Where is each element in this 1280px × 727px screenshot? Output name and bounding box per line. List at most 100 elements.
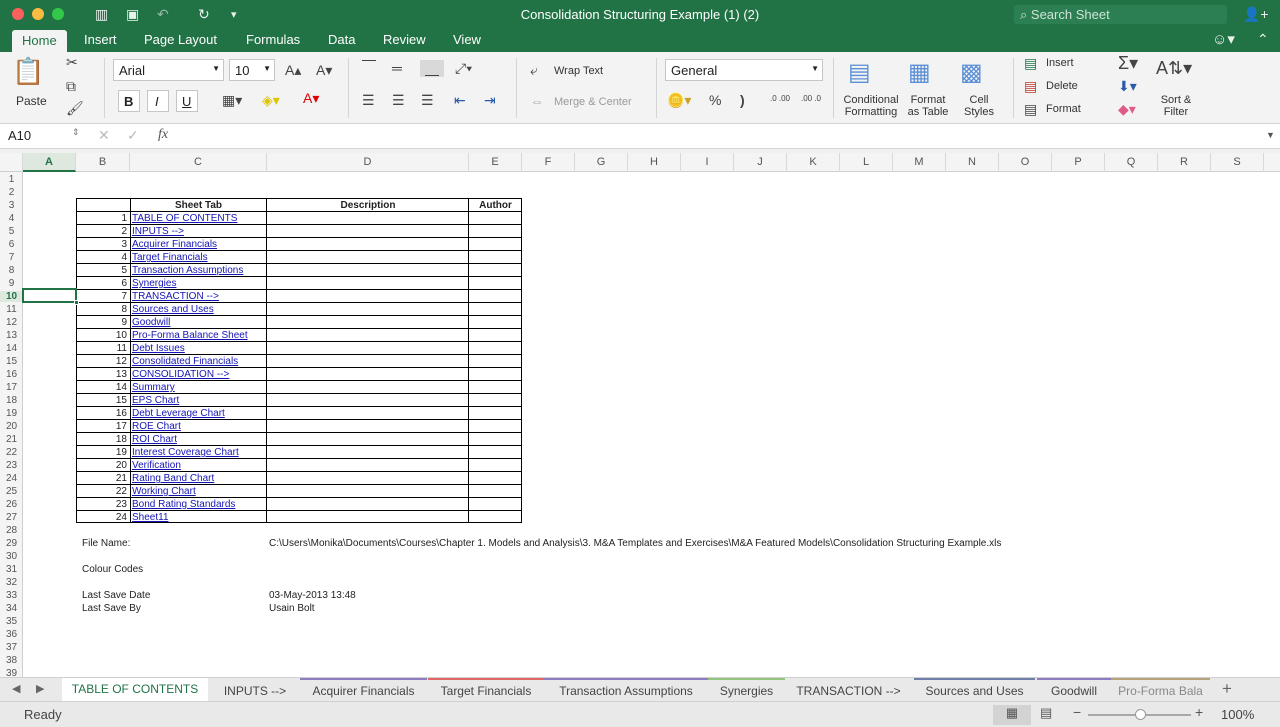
row-header[interactable]: 29 — [0, 538, 23, 549]
column-header[interactable]: N — [946, 153, 999, 172]
fill-color-icon[interactable]: ◈▾ — [262, 92, 280, 109]
column-header[interactable]: G — [575, 153, 628, 172]
sheet-tab[interactable]: TABLE OF CONTENTS — [62, 678, 208, 702]
column-header[interactable]: O — [999, 153, 1052, 172]
italic-button[interactable]: I — [147, 90, 169, 112]
column-header[interactable]: Q — [1105, 153, 1158, 172]
row-header[interactable]: 5 — [0, 226, 23, 237]
column-header[interactable]: J — [734, 153, 787, 172]
sheet-tab[interactable]: TRANSACTION --> — [785, 678, 912, 702]
sheet-link[interactable]: TABLE OF CONTENTS — [132, 212, 237, 225]
row-header[interactable]: 34 — [0, 603, 23, 614]
row-header[interactable]: 24 — [0, 473, 23, 484]
sheet-link[interactable]: Pro-Forma Balance Sheet — [132, 329, 248, 342]
format-as-table-button[interactable]: Format as Table — [904, 94, 952, 118]
format-painter-icon[interactable]: 🖌 — [66, 100, 84, 117]
font-name-select[interactable]: Arial ▼ — [113, 59, 224, 81]
align-right-icon[interactable]: ☰ — [421, 92, 434, 109]
select-all-corner[interactable] — [0, 153, 23, 172]
insert-cells-button[interactable]: Insert — [1046, 57, 1074, 69]
sort-filter-button[interactable]: Sort & Filter — [1156, 94, 1196, 118]
column-header[interactable]: D — [267, 153, 469, 172]
row-header[interactable]: 31 — [0, 564, 23, 575]
decrease-indent-icon[interactable]: ⇤ — [454, 92, 466, 109]
add-sheet-button[interactable]: + — [1222, 679, 1232, 699]
row-header[interactable]: 16 — [0, 369, 23, 380]
sheet-link[interactable]: CONSOLIDATION --> — [132, 368, 229, 381]
column-header[interactable]: L — [840, 153, 893, 172]
row-header[interactable]: 28 — [0, 525, 23, 536]
sheet-link[interactable]: Synergies — [132, 277, 176, 290]
tab-formulas[interactable]: Formulas — [246, 32, 300, 47]
scroll-tabs-right-icon[interactable]: ▶ — [36, 682, 44, 695]
font-color-icon[interactable]: A▾ — [303, 90, 319, 107]
sheet-link[interactable]: Consolidated Financials — [132, 355, 238, 368]
cell-styles-icon[interactable]: ▩ — [960, 58, 983, 87]
sheet-link[interactable]: INPUTS --> — [132, 225, 184, 238]
row-header[interactable]: 20 — [0, 421, 23, 432]
row-header[interactable]: 19 — [0, 408, 23, 419]
row-header[interactable]: 36 — [0, 629, 23, 640]
sheet-tab[interactable]: Synergies — [708, 678, 785, 702]
row-header[interactable]: 23 — [0, 460, 23, 471]
column-header[interactable]: F — [522, 153, 575, 172]
column-header[interactable]: I — [681, 153, 734, 172]
row-header[interactable]: 13 — [0, 330, 23, 341]
sheet-link[interactable]: ROI Chart — [132, 433, 177, 446]
sheet-link[interactable]: Acquirer Financials — [132, 238, 217, 251]
increase-decimal-button[interactable]: .0 .00 — [766, 94, 794, 103]
sort-filter-icon[interactable]: A⇅▾ — [1156, 58, 1192, 79]
row-header[interactable]: 8 — [0, 265, 23, 276]
tab-insert[interactable]: Insert — [84, 32, 117, 47]
row-header[interactable]: 1 — [0, 174, 23, 185]
row-header[interactable]: 18 — [0, 395, 23, 406]
underline-button[interactable]: U — [176, 90, 198, 112]
row-header[interactable]: 35 — [0, 616, 23, 627]
sheet-tab[interactable]: INPUTS --> — [210, 678, 300, 702]
sheet-link[interactable]: Rating Band Chart — [132, 472, 214, 485]
paste-label[interactable]: Paste — [16, 94, 47, 108]
feedback-smiley-icon[interactable]: ☺▾ — [1212, 30, 1235, 48]
wrap-text-icon[interactable]: ⤶ — [530, 62, 538, 79]
sheet-link[interactable]: Verification — [132, 459, 181, 472]
scroll-tabs-left-icon[interactable]: ◀ — [12, 682, 20, 695]
conditional-formatting-button[interactable]: Conditional Formatting — [841, 94, 901, 118]
sheet-link[interactable]: Debt Issues — [132, 342, 185, 355]
sheet-tab[interactable]: Goodwill — [1037, 678, 1111, 702]
row-header[interactable]: 3 — [0, 200, 23, 211]
row-header[interactable]: 22 — [0, 447, 23, 458]
sheet-link[interactable]: EPS Chart — [132, 394, 179, 407]
row-header[interactable]: 30 — [0, 551, 23, 562]
align-middle-icon[interactable]: ═ — [392, 60, 402, 76]
zoom-in-button[interactable]: + — [1195, 704, 1203, 720]
sheet-link[interactable]: TRANSACTION --> — [132, 290, 219, 303]
sheet-tab[interactable]: Target Financials — [428, 678, 544, 702]
borders-icon[interactable]: ▦▾ — [222, 92, 242, 109]
tab-data[interactable]: Data — [328, 32, 355, 47]
row-header[interactable]: 4 — [0, 213, 23, 224]
row-header[interactable]: 10 — [0, 291, 23, 302]
bold-button[interactable]: B — [118, 90, 140, 112]
insert-cells-icon[interactable]: ▤ — [1024, 55, 1037, 72]
zoom-slider-handle[interactable] — [1134, 709, 1146, 720]
confirm-entry-icon[interactable]: ✓ — [127, 127, 139, 144]
align-bottom-icon[interactable]: ⎽ — [420, 60, 444, 77]
row-header[interactable]: 6 — [0, 239, 23, 250]
conditional-formatting-icon[interactable]: ▤ — [848, 58, 871, 87]
increase-font-size-icon[interactable]: A▴ — [285, 62, 301, 79]
normal-view-icon[interactable]: ▦ — [993, 705, 1031, 725]
column-header[interactable]: C — [130, 153, 267, 172]
row-header[interactable]: 33 — [0, 590, 23, 601]
cancel-entry-icon[interactable]: ✕ — [98, 127, 110, 144]
wrap-text-button[interactable]: Wrap Text — [554, 65, 603, 77]
zoom-out-button[interactable]: − — [1073, 704, 1081, 720]
fill-icon[interactable]: ⬇▾ — [1118, 78, 1137, 95]
page-layout-view-icon[interactable]: ▤ — [1040, 705, 1052, 721]
collapse-ribbon-icon[interactable]: ⌃ — [1257, 31, 1269, 48]
delete-cells-button[interactable]: Delete — [1046, 80, 1078, 92]
tab-review[interactable]: Review — [383, 32, 426, 47]
tab-home[interactable]: Home — [12, 30, 67, 52]
row-header[interactable]: 11 — [0, 304, 23, 315]
row-header[interactable]: 7 — [0, 252, 23, 263]
column-header[interactable]: E — [469, 153, 522, 172]
